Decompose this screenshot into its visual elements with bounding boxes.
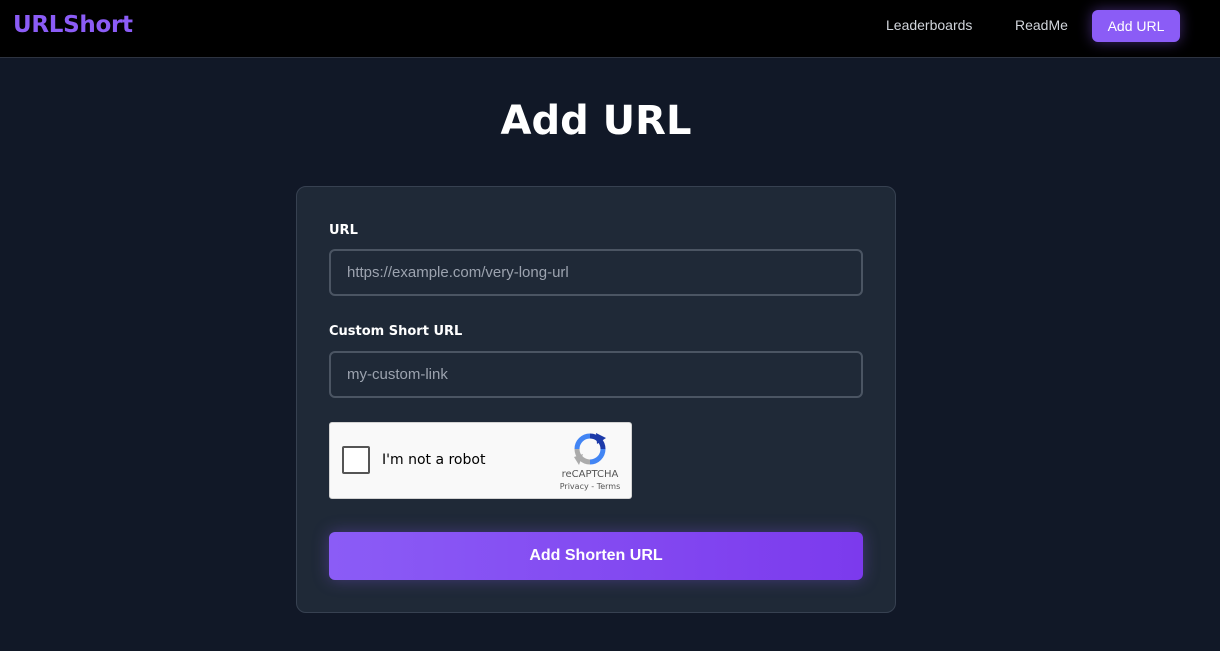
- add-shorten-url-button[interactable]: Add Shorten URL: [329, 532, 863, 580]
- recaptcha-privacy-link[interactable]: Privacy: [560, 482, 589, 491]
- url-input[interactable]: [329, 249, 863, 296]
- recaptcha-widget: I'm not a robot reCAPTCHA Privacy - Term…: [329, 422, 632, 499]
- recaptcha-brand-text: reCAPTCHA: [561, 469, 619, 480]
- recaptcha-links: Privacy - Terms: [556, 482, 624, 491]
- url-label: URL: [329, 223, 358, 238]
- top-navbar: URLShort Leaderboards ReadMe Add URL: [0, 0, 1220, 58]
- recaptcha-terms-link[interactable]: Terms: [597, 482, 621, 491]
- custom-short-url-label: Custom Short URL: [329, 324, 463, 339]
- recaptcha-links-separator: -: [588, 482, 597, 491]
- nav-link-readme[interactable]: ReadMe: [1015, 17, 1068, 33]
- custom-short-url-input[interactable]: [329, 351, 863, 398]
- add-url-form-card: URL Custom Short URL I'm not a robot reC…: [296, 186, 896, 613]
- brand-logo[interactable]: URLShort: [13, 12, 133, 38]
- recaptcha-label: I'm not a robot: [382, 452, 486, 468]
- nav-add-url-button[interactable]: Add URL: [1092, 10, 1180, 42]
- recaptcha-checkbox[interactable]: [342, 446, 370, 474]
- recaptcha-logo-icon: [574, 433, 606, 465]
- nav-link-leaderboards[interactable]: Leaderboards: [886, 17, 972, 33]
- page-title: Add URL: [500, 98, 692, 144]
